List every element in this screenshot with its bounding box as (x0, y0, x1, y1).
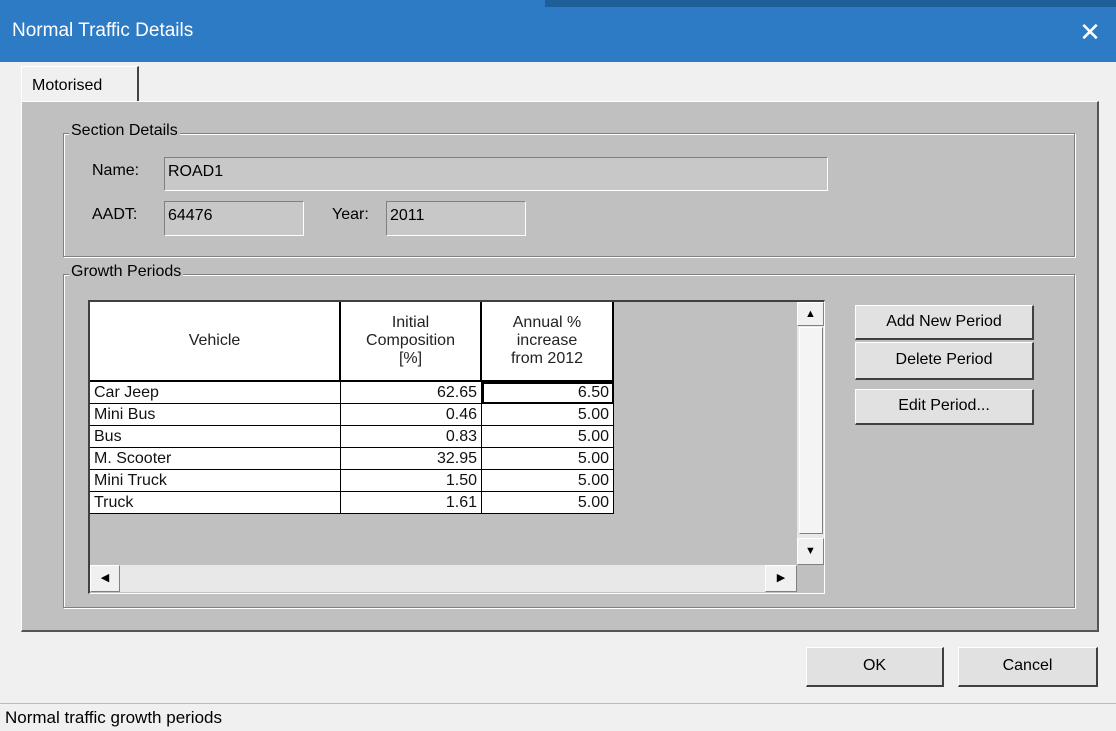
cell-vehicle[interactable]: Car Jeep (90, 382, 341, 404)
scroll-right-icon[interactable]: ▶ (765, 565, 797, 592)
add-new-period-button[interactable]: Add New Period (855, 305, 1034, 340)
name-field[interactable]: ROAD1 (164, 157, 828, 191)
cell-composition[interactable]: 62.65 (341, 382, 482, 404)
cell-annual-increase[interactable]: 5.00 (482, 470, 614, 492)
cell-annual-increase[interactable]: 5.00 (482, 448, 614, 470)
cell-vehicle[interactable]: Mini Truck (90, 470, 341, 492)
cell-composition[interactable]: 1.50 (341, 470, 482, 492)
tab-motorised[interactable]: Motorised (21, 66, 139, 103)
section-details-legend: Section Details (69, 122, 180, 140)
cell-annual-increase[interactable]: 5.00 (482, 404, 614, 426)
vertical-scroll-thumb[interactable] (799, 327, 823, 534)
cell-annual-increase[interactable]: 5.00 (482, 492, 614, 514)
cell-vehicle[interactable]: Bus (90, 426, 341, 448)
aadt-label: AADT: (92, 206, 138, 223)
cell-composition[interactable]: 32.95 (341, 448, 482, 470)
horizontal-scrollbar[interactable] (90, 565, 797, 592)
cell-annual-increase[interactable]: 5.00 (482, 426, 614, 448)
window-title: Normal Traffic Details (12, 20, 194, 41)
year-label: Year: (332, 206, 369, 223)
column-header-initial-composition[interactable]: Initial Composition [%] (341, 302, 482, 382)
scroll-down-icon[interactable]: ▼ (797, 538, 824, 565)
aadt-field[interactable]: 64476 (164, 201, 304, 236)
title-bar-edge (545, 0, 1116, 7)
cell-vehicle[interactable]: M. Scooter (90, 448, 341, 470)
ok-button[interactable]: OK (806, 647, 944, 687)
status-bar: Normal traffic growth periods (0, 703, 1116, 731)
cell-vehicle[interactable]: Mini Bus (90, 404, 341, 426)
column-header-vehicle[interactable]: Vehicle (90, 302, 341, 382)
scroll-up-icon[interactable]: ▲ (797, 302, 824, 326)
cell-composition[interactable]: 1.61 (341, 492, 482, 514)
growth-periods-legend: Growth Periods (69, 263, 184, 281)
cell-annual-increase[interactable]: 6.50 (482, 382, 614, 404)
scroll-left-icon[interactable]: ◀ (90, 565, 120, 592)
cell-composition[interactable]: 0.46 (341, 404, 482, 426)
year-field[interactable]: 2011 (386, 201, 526, 236)
cell-composition[interactable]: 0.83 (341, 426, 482, 448)
column-header-annual-increase[interactable]: Annual % increase from 2012 (482, 302, 614, 382)
cancel-button[interactable]: Cancel (958, 647, 1098, 687)
cell-vehicle[interactable]: Truck (90, 492, 341, 514)
scrollbar-corner (797, 565, 824, 592)
close-icon[interactable]: ✕ (1075, 17, 1105, 47)
section-details-group (63, 133, 1075, 257)
edit-period-button[interactable]: Edit Period... (855, 389, 1034, 425)
delete-period-button[interactable]: Delete Period (855, 342, 1034, 380)
name-label: Name: (92, 162, 140, 179)
